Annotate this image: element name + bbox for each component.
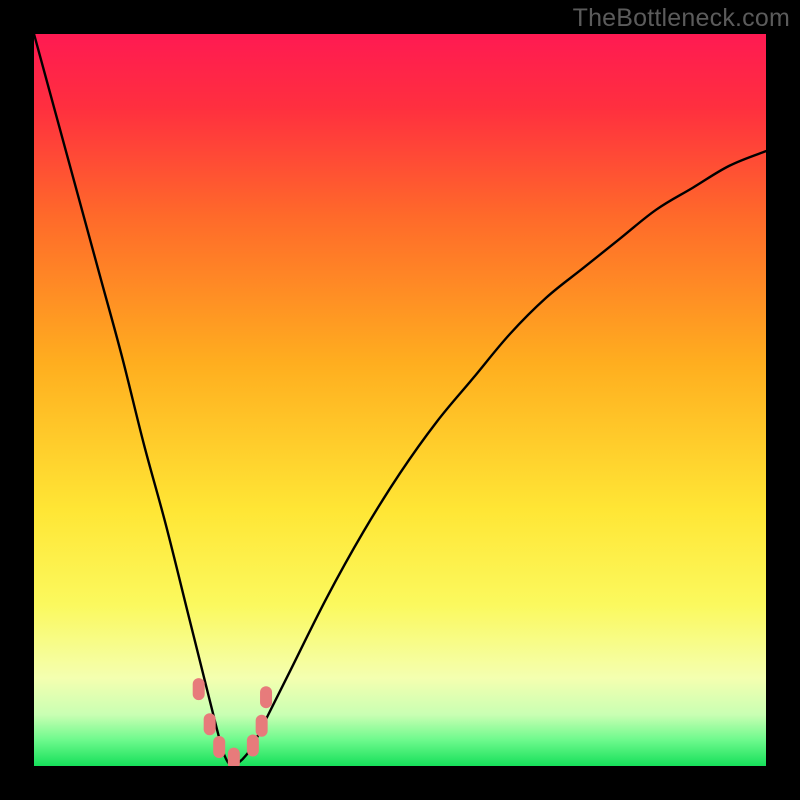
curve-marker bbox=[260, 686, 272, 708]
curve-marker bbox=[213, 736, 225, 758]
curve-marker bbox=[247, 735, 259, 757]
plot-area bbox=[34, 34, 766, 766]
curve-marker bbox=[204, 713, 216, 735]
gradient-background bbox=[34, 34, 766, 766]
curve-marker bbox=[256, 715, 268, 737]
curve-marker bbox=[193, 678, 205, 700]
bottleneck-chart bbox=[34, 34, 766, 766]
curve-marker bbox=[228, 748, 240, 766]
chart-frame: TheBottleneck.com bbox=[0, 0, 800, 800]
watermark-text: TheBottleneck.com bbox=[573, 4, 790, 33]
